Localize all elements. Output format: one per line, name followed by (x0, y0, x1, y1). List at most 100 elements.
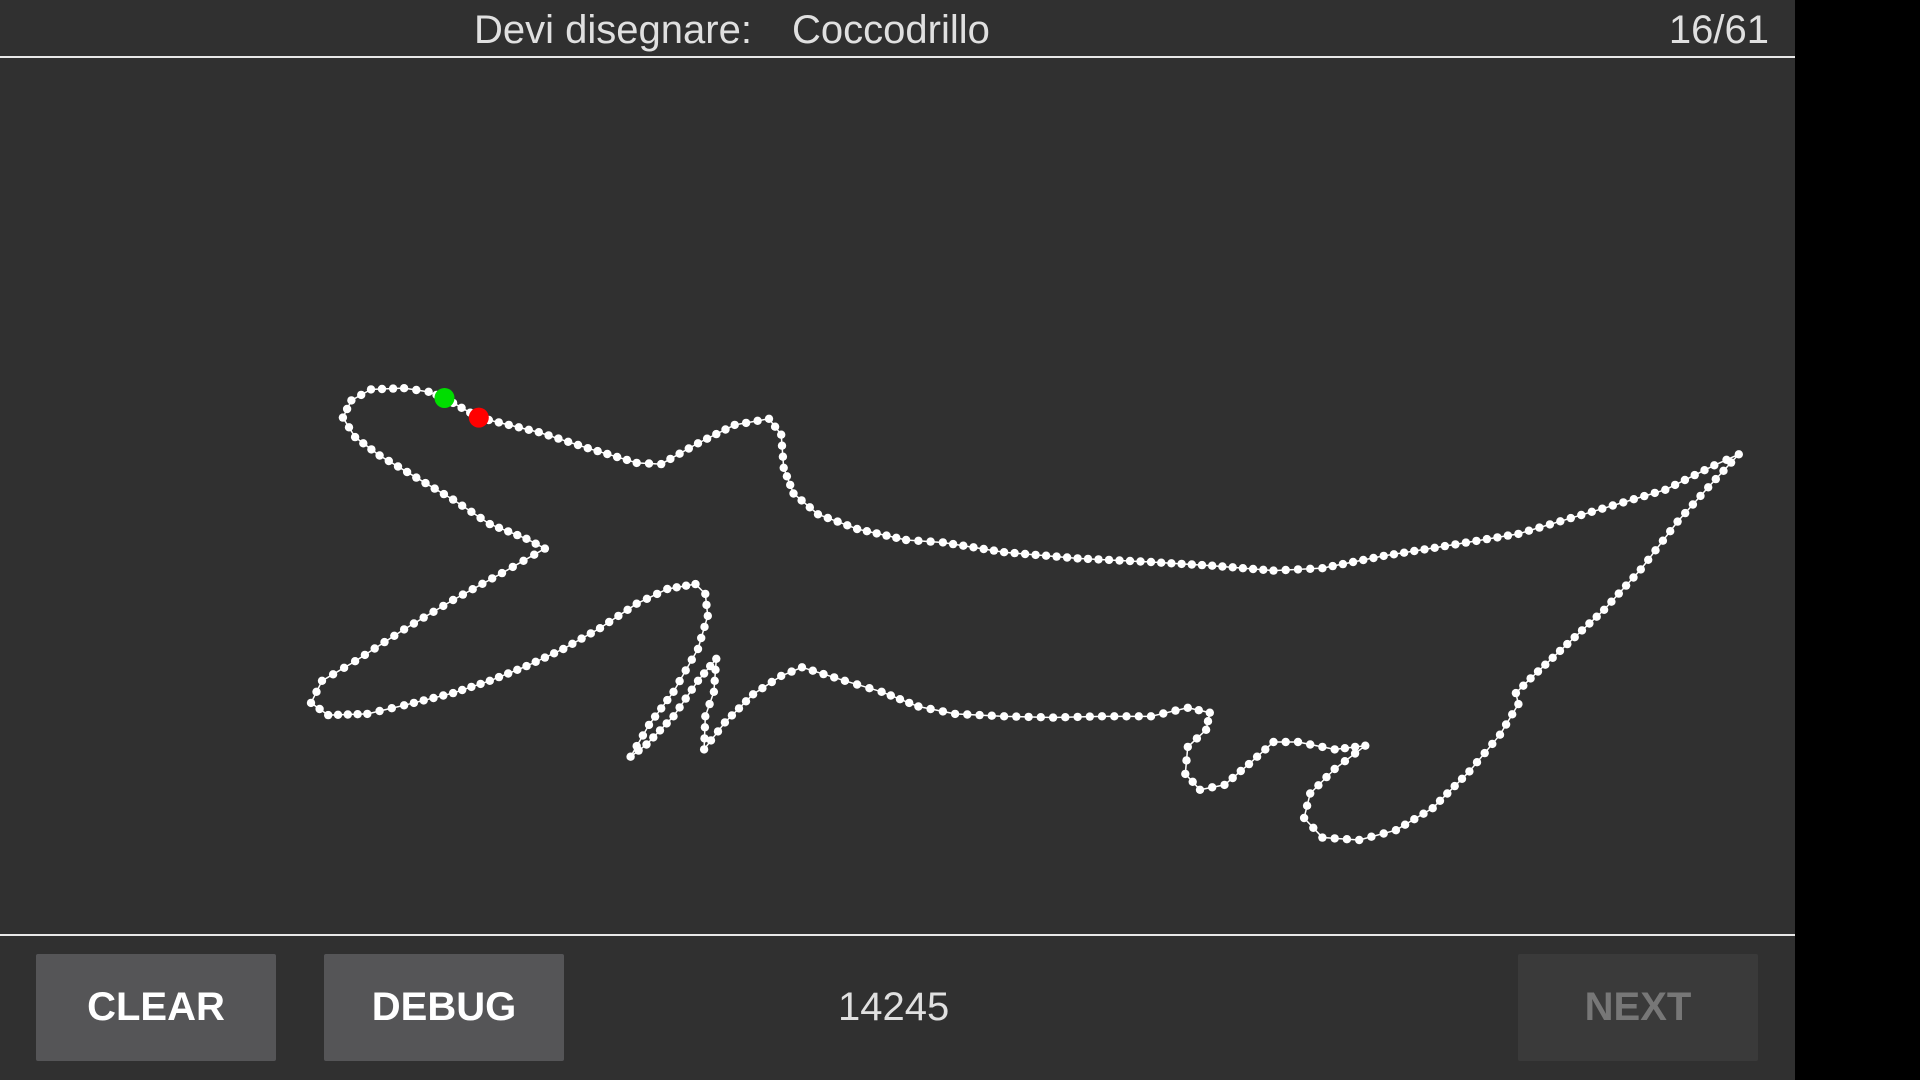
sketch-point (393, 462, 403, 471)
sketch-point (1094, 555, 1103, 564)
sketch-point (1457, 774, 1467, 783)
sketch-point (1073, 712, 1082, 722)
sketch-point (1104, 555, 1114, 565)
sketch-point (380, 637, 389, 647)
sketch-point (1587, 507, 1597, 516)
sketch-point (494, 523, 504, 532)
sketch-point (1700, 466, 1709, 475)
sketch-point (1710, 461, 1719, 470)
sketch-point (882, 531, 891, 540)
sketch-point (363, 709, 372, 719)
sketch-point (741, 697, 751, 706)
sketch-point (1629, 495, 1639, 504)
sketch-point (1328, 561, 1337, 571)
debug-button[interactable]: DEBUG (324, 954, 564, 1061)
sketch-point (886, 691, 895, 700)
sketch-point (384, 456, 393, 466)
sketch-point (429, 693, 438, 703)
sketch-point (1556, 517, 1565, 526)
sketch-point (1228, 773, 1237, 783)
sketch-point (1269, 737, 1278, 747)
sketch-point (1503, 531, 1513, 540)
sketch-point (1340, 744, 1350, 753)
sketch-point (626, 752, 635, 761)
sketch-point (1670, 480, 1680, 490)
sketch-point (1719, 466, 1728, 475)
sketch-point (622, 455, 632, 465)
sketch-point (524, 425, 533, 434)
sketch-point (1435, 796, 1445, 805)
sketch-point (519, 556, 528, 565)
sketch-point (1443, 789, 1452, 798)
sketch-point (1097, 712, 1107, 721)
sketch-point (877, 687, 886, 696)
sketch-point (684, 444, 693, 453)
sketch-point (1688, 500, 1698, 509)
sketch-point (1330, 764, 1339, 774)
sketch-point (458, 501, 467, 510)
sketch-point (1340, 757, 1350, 766)
sketch-point (730, 420, 739, 430)
sketch-point (1555, 646, 1565, 656)
sketch-point (1318, 742, 1327, 752)
sketch-point (1359, 555, 1368, 565)
sketch-point (494, 672, 504, 682)
sketch-point (522, 661, 531, 671)
sketch-point (347, 396, 356, 405)
sketch-point (1541, 660, 1550, 669)
stroke-start-marker (434, 388, 455, 408)
next-button[interactable]: NEXT (1518, 954, 1758, 1061)
sketch-point (544, 431, 553, 440)
sketch-point (1379, 551, 1388, 561)
sketch-point (497, 568, 507, 578)
sketch-point (1048, 713, 1058, 722)
progress-counter: 16/61 (1668, 8, 1769, 52)
sketch-point (1461, 538, 1471, 547)
sketch-point (777, 430, 786, 439)
sketch-point (1036, 713, 1046, 722)
sketch-point (504, 420, 513, 430)
sketch-point (1302, 801, 1312, 810)
sketch-point (312, 687, 321, 696)
sketch-point (789, 489, 798, 498)
sketch-point (709, 687, 719, 696)
sketch-point (1187, 560, 1197, 569)
sketch-point (549, 649, 559, 658)
sketch-point (1208, 561, 1217, 570)
sketch-point (1680, 475, 1690, 485)
sketch-point (357, 390, 366, 400)
clear-button[interactable]: CLEAR (36, 954, 276, 1061)
sketch-point (1419, 809, 1428, 818)
sketch-point (693, 676, 703, 685)
sketch-point (421, 478, 430, 488)
sketch-point (975, 710, 984, 720)
sketch-point (504, 669, 513, 678)
sketch-point (926, 704, 935, 714)
drawing-canvas[interactable] (0, 58, 1795, 934)
sketch-point (1472, 758, 1482, 767)
sketch-point (508, 562, 517, 572)
sketch-point (1511, 688, 1521, 698)
sketch-point (1024, 712, 1033, 722)
sketch-point (1704, 483, 1713, 492)
sketch-point (583, 444, 592, 453)
sketch-point (375, 706, 384, 716)
sketch-point (367, 445, 376, 454)
sketch-point (586, 629, 595, 638)
sketch-point (1367, 832, 1376, 841)
sketch-point (1666, 527, 1675, 536)
sketch-point (1322, 772, 1331, 782)
sketch-point (767, 677, 776, 687)
sketch-point (1465, 767, 1474, 776)
sketch-point (1661, 485, 1670, 494)
sketch-point (430, 484, 439, 493)
sketch-point (424, 387, 433, 396)
sketch-point (399, 384, 409, 393)
sketch-point (1073, 554, 1082, 563)
sketch-point (448, 495, 458, 504)
sketch-point (1218, 562, 1227, 571)
sketch-point (1681, 508, 1690, 518)
sketch-point (830, 673, 839, 682)
sketch-point (1203, 717, 1213, 726)
sketch-point (999, 548, 1009, 557)
